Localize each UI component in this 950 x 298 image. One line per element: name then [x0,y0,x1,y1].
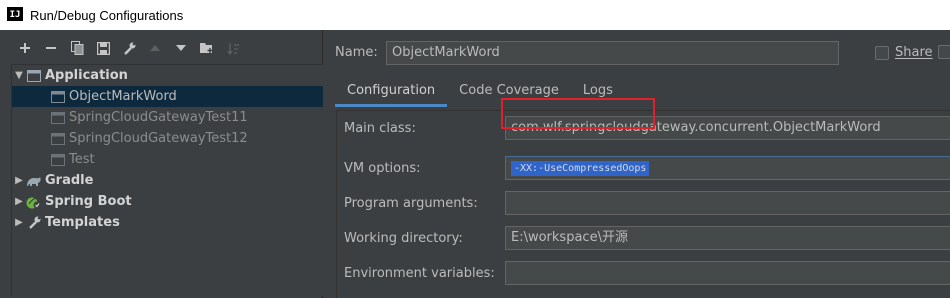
window-title: Run/Debug Configurations [30,7,184,23]
program-arguments-row: Program arguments: [337,188,950,218]
tab-configuration[interactable]: Configuration [335,76,448,107]
tree-node-spring-boot[interactable]: ▶ Spring Boot [12,191,323,212]
tree-item-label: SpringCloudGatewayTest11 [69,110,248,125]
intellij-logo-icon: IJ [7,7,23,23]
name-row: Name: ObjectMarkWord Share [324,41,950,65]
working-directory-input[interactable]: E:\workspace\开源 [505,226,950,250]
tree-label-gradle: Gradle [45,173,94,188]
vm-options-selected-text: -XX:-UseCompressedOops [511,161,650,176]
working-directory-label: Working directory: [344,231,463,246]
move-up-icon[interactable] [142,37,168,59]
share-option[interactable]: Share [875,45,933,60]
tree-item-label: Test [69,152,95,167]
chevron-right-icon[interactable]: ▶ [12,217,26,228]
share-label: Share [895,45,933,60]
tree-node-application[interactable]: ▼ Application [12,65,323,86]
wrench-icon[interactable] [116,37,142,59]
parallel-run-checkbox[interactable] [938,45,950,59]
application-config-icon [50,110,66,126]
application-config-icon [50,89,66,105]
tree-node-gradle[interactable]: ▶ Gradle [12,170,323,191]
spring-boot-icon [26,194,42,210]
new-folder-icon[interactable] [194,37,220,59]
annotation-highlight-box [501,98,655,129]
window-title-bar: IJ Run/Debug Configurations [0,0,950,30]
vm-options-row: VM options: -XX:-UseCompressedOops [337,153,950,183]
tree-label-application: Application [45,68,128,83]
configurations-toolbar [0,30,322,66]
tree-item-objectmarkword[interactable]: ObjectMarkWord [12,86,323,107]
wrench-icon [26,215,42,231]
tree-item-springcloudgatewaytest11[interactable]: SpringCloudGatewayTest11 [12,107,323,128]
environment-variables-input[interactable] [505,261,950,285]
main-class-label: Main class: [344,121,416,136]
tree-item-label: SpringCloudGatewayTest12 [69,131,248,146]
remove-icon[interactable] [38,37,64,59]
tree-item-springcloudgatewaytest12[interactable]: SpringCloudGatewayTest12 [12,128,323,149]
configuration-details-panel: Name: ObjectMarkWord Share Configuration… [324,30,950,298]
move-down-icon[interactable] [168,37,194,59]
share-checkbox[interactable] [875,45,889,60]
sort-icon[interactable] [220,37,246,59]
vm-options-label: VM options: [344,161,421,176]
chevron-right-icon[interactable]: ▶ [12,175,26,186]
working-directory-row: Working directory: E:\workspace\开源 [337,223,950,253]
tree-label-spring-boot: Spring Boot [45,194,132,209]
tree-item-test[interactable]: Test [12,149,323,170]
program-arguments-input[interactable] [505,191,950,215]
program-arguments-label: Program arguments: [344,196,478,211]
tree-label-templates: Templates [45,215,120,230]
application-config-icon [50,152,66,168]
tree-node-templates[interactable]: ▶ Templates [12,212,323,233]
copy-icon[interactable] [64,37,90,59]
environment-variables-label: Environment variables: [344,266,495,281]
add-icon[interactable] [12,37,38,59]
chevron-right-icon[interactable]: ▶ [12,196,26,207]
configuration-form: Main class: com.wlf.springcloudgateway.c… [336,110,950,298]
configurations-panel: ▼ Application ObjectMarkWord SpringCloud… [0,30,323,298]
save-icon[interactable] [90,37,116,59]
name-label: Name: [335,45,378,60]
environment-variables-row: Environment variables: [337,258,950,288]
vm-options-input[interactable]: -XX:-UseCompressedOops [505,156,950,180]
gradle-icon [26,173,42,189]
chevron-down-icon[interactable]: ▼ [12,70,26,81]
application-config-icon [50,131,66,147]
configurations-tree: ▼ Application ObjectMarkWord SpringCloud… [11,64,323,296]
tree-item-label: ObjectMarkWord [69,89,177,104]
application-icon [26,68,42,84]
name-input[interactable]: ObjectMarkWord [386,41,839,65]
